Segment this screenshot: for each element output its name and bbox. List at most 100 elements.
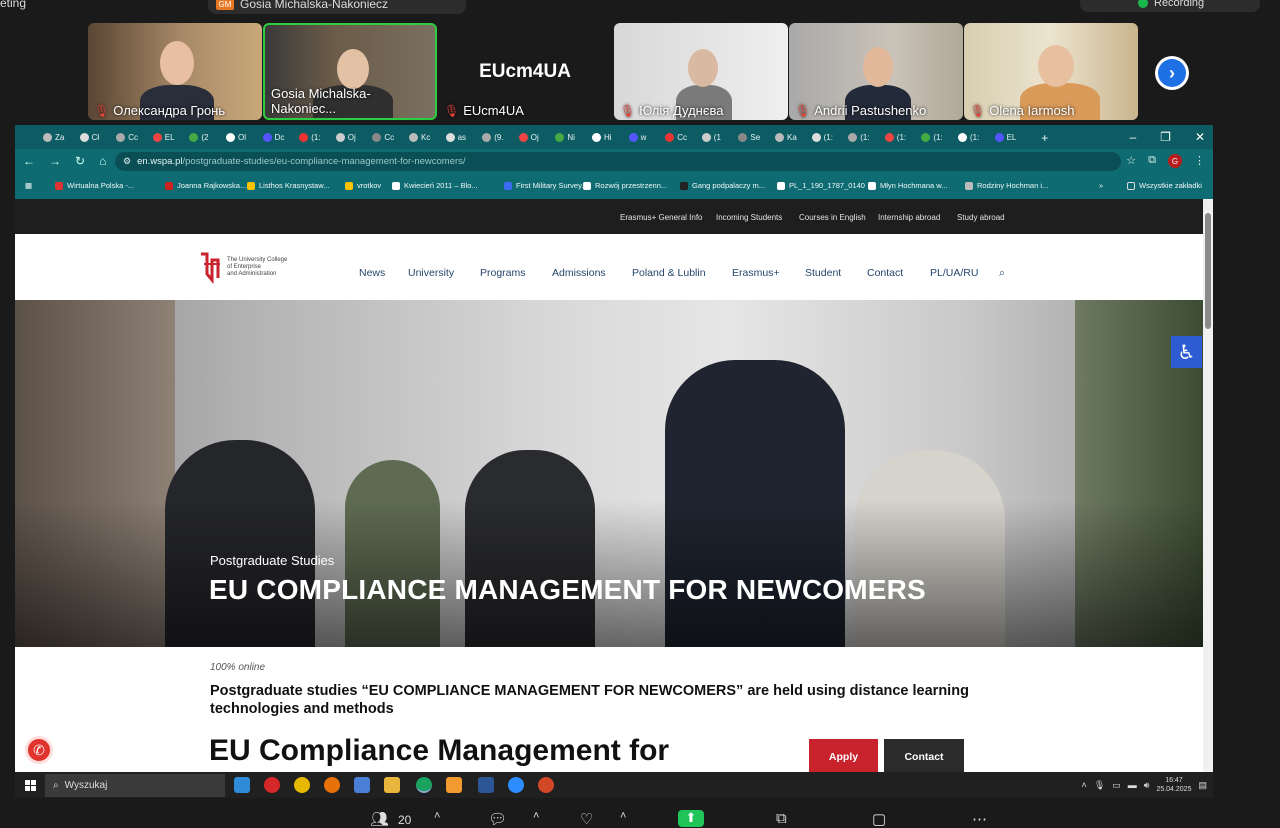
accessibility-icon[interactable]: ♿︎ [1171, 336, 1202, 368]
browser-tab[interactable]: (2 [189, 129, 209, 146]
file-explorer-icon[interactable] [384, 777, 400, 793]
minimize-icon[interactable]: – [1129, 130, 1136, 144]
url-input[interactable]: ⚙ en.wspa.pl/postgraduate-studies/eu-com… [115, 152, 1121, 171]
chevron-up-icon[interactable]: ˄ [434, 810, 440, 822]
bookmark-item[interactable]: Listhos Krasnystaw... [247, 181, 329, 190]
recording-indicator[interactable]: Recording [1080, 0, 1260, 12]
site-logo[interactable]: The University College of Enterprise and… [198, 250, 287, 285]
browser-tab[interactable]: Ni [555, 129, 575, 146]
utility-link[interactable]: Incoming Students [716, 213, 782, 222]
start-icon[interactable] [25, 780, 36, 791]
browser-tab[interactable]: (1: [848, 129, 870, 146]
volume-icon[interactable]: 🔊︎ [1144, 780, 1150, 791]
apply-button[interactable]: Apply [809, 739, 878, 772]
apps-icon[interactable]: ⧉ [776, 810, 787, 827]
participant-tile[interactable]: 🎙︎ Andrii Pastushenko [789, 23, 963, 120]
nav-contact[interactable]: Contact [867, 267, 903, 279]
bookmark-item[interactable]: PL_1_190_1787_0140 [777, 181, 865, 190]
bookmark-item[interactable]: vrotkov [345, 181, 381, 190]
word-icon[interactable] [478, 777, 494, 793]
participant-tile[interactable]: 🎙︎ Олександра Гронь [88, 23, 262, 120]
page-scrollbar[interactable] [1203, 199, 1213, 772]
browser-tab[interactable]: (1: [811, 129, 833, 146]
store-icon[interactable] [354, 777, 370, 793]
whiteboard-icon[interactable]: ▢ [872, 810, 886, 828]
reload-icon[interactable]: ↻ [75, 154, 85, 168]
nav-programs[interactable]: Programs [480, 267, 526, 279]
bookmark-item[interactable]: Młyn Hochmana w... [868, 181, 948, 190]
participant-tile[interactable]: 🎙︎ Юлія Дуднєва [614, 23, 788, 120]
browser-tab[interactable]: Cc [665, 129, 687, 146]
utility-link[interactable]: Erasmus+ General Info [620, 213, 702, 222]
browser-tab[interactable]: (1: [884, 129, 906, 146]
network-icon[interactable]: ▭ [1112, 780, 1121, 791]
new-tab-icon[interactable]: + [1041, 129, 1048, 146]
browser-tab[interactable]: (1: [958, 129, 979, 146]
browser-tab[interactable]: (1: [921, 129, 943, 146]
browser-tab[interactable]: (1: [299, 129, 321, 146]
participant-tile-active-speaker[interactable]: Gosia Michalska-Nakoniec... [263, 23, 437, 120]
notifications-icon[interactable]: ▤ [1198, 780, 1207, 791]
browser-tab[interactable]: Cc [116, 129, 138, 146]
bookmark-item[interactable]: Wirtualna Polska -... [55, 181, 134, 190]
edge-icon[interactable] [234, 777, 250, 793]
chevron-up-icon[interactable]: ˄ [620, 810, 626, 822]
more-bookmarks-icon[interactable]: » [1099, 181, 1103, 190]
participants-icon[interactable]: 👥︎ [370, 810, 389, 828]
participant-tile[interactable]: EUcm4UA 🎙︎ EUcm4UA [438, 23, 612, 120]
chevron-up-icon[interactable]: ˄ [1082, 780, 1087, 790]
browser-tab[interactable]: Cł [79, 129, 99, 146]
contact-button[interactable]: Contact [884, 739, 964, 772]
nav-university[interactable]: University [408, 267, 454, 279]
chrome-active-icon[interactable] [416, 777, 432, 793]
extensions-icon[interactable]: ⧉ [1148, 154, 1156, 168]
nav-poland-lublin[interactable]: Poland & Lublin [632, 267, 706, 279]
mic-icon[interactable]: 🎙︎ [1094, 780, 1105, 791]
nav-admissions[interactable]: Admissions [552, 267, 606, 279]
profile-avatar[interactable]: G [1168, 154, 1182, 168]
apps-icon[interactable]: ▦ [25, 181, 32, 190]
site-info-icon[interactable]: ⚙ [123, 156, 131, 167]
participant-tile[interactable]: 🎙︎ Olena Iarmosh [964, 23, 1138, 120]
next-participants-button[interactable]: › [1155, 56, 1189, 90]
bookmark-item[interactable]: Kwiecień 2011 – Blo... [392, 181, 478, 190]
browser-tab[interactable]: Oj [335, 129, 356, 146]
browser-tab[interactable]: Dc [262, 129, 284, 146]
utility-link[interactable]: Internship abroad [878, 213, 940, 222]
browser-tab[interactable]: Hi [592, 129, 612, 146]
close-icon[interactable]: ✕ [1195, 130, 1205, 144]
browser-tab[interactable]: Ol [226, 129, 246, 146]
nav-student[interactable]: Student [805, 267, 841, 279]
browser-tab[interactable]: EL [994, 129, 1016, 146]
chrome-icon[interactable] [294, 777, 310, 793]
share-screen-icon[interactable]: ⬆︎ [678, 810, 704, 827]
powerpoint-icon[interactable] [538, 777, 554, 793]
home-icon[interactable]: ⌂ [99, 154, 106, 168]
nav-news[interactable]: News [359, 267, 385, 279]
browser-tab[interactable]: Ka [775, 129, 797, 146]
browser-tab[interactable]: Kc [409, 129, 430, 146]
zoom-icon[interactable] [508, 777, 524, 793]
nav-erasmus[interactable]: Erasmus+ [732, 267, 780, 279]
chat-icon[interactable]: 💬︎ [488, 810, 507, 828]
clock[interactable]: 16:47 25.04.2025 [1156, 776, 1191, 794]
browser-tab[interactable]: Za [43, 129, 64, 146]
menu-icon[interactable]: ⋮ [1194, 154, 1205, 168]
search-icon[interactable]: ⌕ [999, 267, 1005, 280]
bookmark-item[interactable]: Gang podpalaczy m... [680, 181, 765, 190]
browser-tab[interactable]: Cc [372, 129, 394, 146]
opera-icon[interactable] [264, 777, 280, 793]
app-icon[interactable] [446, 777, 462, 793]
bookmark-item[interactable]: Joanna Rajkowska.... [165, 181, 248, 190]
bookmark-item[interactable]: First Military Survey... [504, 181, 588, 190]
browser-tab[interactable]: (1 [701, 129, 721, 146]
bookmark-item[interactable]: Rozwój przestrzenn... [583, 181, 667, 190]
browser-tab[interactable]: as [445, 129, 466, 146]
reactions-icon[interactable]: ♡ [580, 810, 593, 828]
all-bookmarks-folder[interactable]: Wszystkie zakładki [1127, 181, 1202, 190]
chat-widget-icon[interactable]: ✆ [25, 736, 53, 764]
battery-icon[interactable]: ▬ [1128, 780, 1137, 790]
sharing-indicator[interactable]: GM Gosia Michalska-Nakoniecz [208, 0, 466, 14]
nav-language[interactable]: PL/UA/RU [930, 267, 978, 279]
utility-link[interactable]: Study abroad [957, 213, 1005, 222]
